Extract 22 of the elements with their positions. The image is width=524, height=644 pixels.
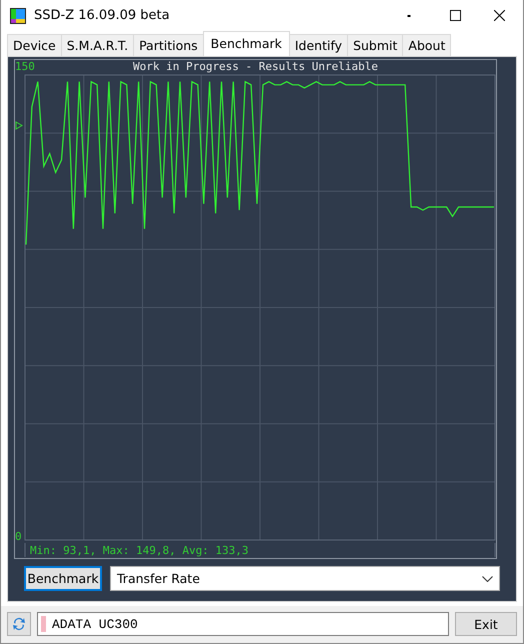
y-tick-label: 150 [15,60,35,73]
chart-title: Work in Progress - Results Unreliable [132,60,378,73]
stats-text: Min: 93,1, Max: 149,8, Avg: 133,3 [30,544,249,557]
tab[interactable]: Identify [288,34,348,56]
tab[interactable]: S.M.A.R.T. [60,34,134,56]
benchmark-button[interactable]: Benchmark [24,566,102,591]
y-tick-label: 0 [15,530,22,543]
tab[interactable]: About [402,34,452,56]
window-title: SSD-Z 16.09.09 beta [34,8,171,23]
triangle-marker-icon [16,121,23,130]
app-logo-icon [10,8,26,24]
refresh-button[interactable] [7,612,31,636]
close-icon[interactable] [494,10,505,21]
mode-dropdown[interactable]: Transfer Rate [110,566,500,591]
tab[interactable]: Submit [347,34,404,56]
exit-button[interactable]: Exit [455,612,517,636]
chevron-down-icon [482,576,493,582]
maximize-icon[interactable] [450,10,461,21]
tab[interactable]: Partitions [133,34,204,56]
drive-field[interactable]: ADATA UC300 [37,612,449,636]
refresh-icon [11,616,27,632]
tab[interactable]: Device [7,34,62,56]
